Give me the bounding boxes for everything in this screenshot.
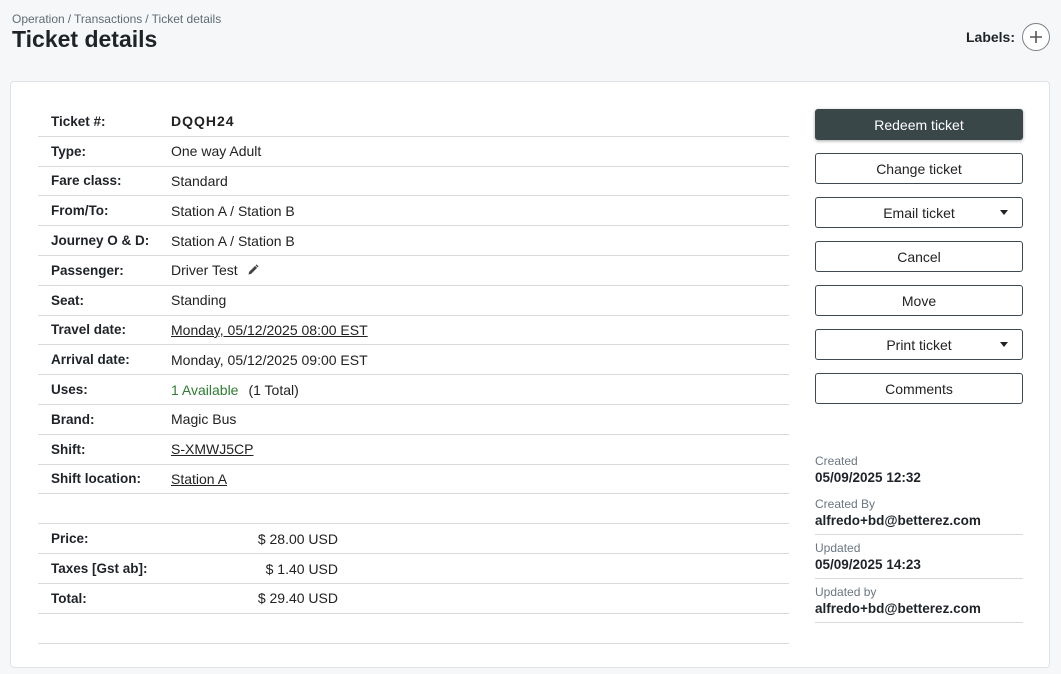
shift-link[interactable]: S-XMWJ5CP — [171, 441, 253, 457]
divider — [38, 614, 789, 644]
created-by-value: alfredo+bd@betterez.com — [815, 513, 981, 528]
ticket-details-table: Ticket #: DQQH24 Type: One way Adult Far… — [38, 107, 789, 644]
price-value: $ 28.00 USD — [257, 530, 338, 547]
detail-label: Shift: — [51, 441, 86, 457]
updated-info: Updated 05/09/2025 14:23 — [815, 541, 1023, 579]
created-by-label: Created By — [815, 497, 876, 511]
ticket-actions: Redeem ticket Change ticket Email ticket… — [815, 109, 1023, 417]
comments-button[interactable]: Comments — [815, 373, 1023, 404]
detail-label: Fare class: — [51, 173, 122, 189]
breadcrumb: Operation / Transactions / Ticket details — [12, 12, 221, 26]
passenger-value-wrap: Driver Test — [171, 262, 259, 278]
created-by-info: Created By alfredo+bd@betterez.com — [815, 497, 1023, 535]
plus-icon — [1030, 31, 1042, 43]
created-label: Created — [815, 454, 858, 468]
cancel-button[interactable]: Cancel — [815, 241, 1023, 272]
audit-info: Created 05/09/2025 12:32 Created By alfr… — [815, 454, 1023, 629]
page-title: Ticket details — [12, 26, 158, 52]
total-value: $ 29.40 USD — [257, 590, 338, 607]
detail-label: Total: — [51, 590, 87, 606]
total-row: Total: $ 29.40 USD — [38, 584, 789, 614]
breadcrumb-separator: / — [145, 12, 149, 26]
created-info: Created 05/09/2025 12:32 — [815, 454, 1023, 491]
detail-row-fare-class: Fare class: Standard — [38, 167, 789, 197]
detail-label: Brand: — [51, 411, 95, 427]
detail-label: Passenger: — [51, 262, 124, 278]
detail-label: Type: — [51, 143, 87, 159]
updated-by-value: alfredo+bd@betterez.com — [815, 601, 981, 616]
passenger-value: Driver Test — [171, 262, 238, 279]
email-ticket-button[interactable]: Email ticket — [815, 197, 1023, 228]
change-ticket-button[interactable]: Change ticket — [815, 153, 1023, 184]
taxes-row: Taxes [Gst ab]: $ 1.40 USD — [38, 554, 789, 584]
detail-label: Taxes [Gst ab]: — [51, 561, 148, 577]
detail-label: Price: — [51, 531, 89, 547]
divider — [38, 494, 789, 525]
type-value: One way Adult — [171, 143, 262, 160]
caret-down-icon — [1000, 210, 1008, 215]
detail-row-from-to: From/To: Station A / Station B — [38, 196, 789, 227]
detail-row-uses: Uses: 1 Available (1 Total) — [38, 375, 789, 405]
shift-location-link[interactable]: Station A — [171, 471, 227, 487]
detail-label: Travel date: — [51, 322, 127, 338]
detail-label: Journey O & D: — [51, 233, 150, 249]
detail-row-seat: Seat: Standing — [38, 286, 789, 316]
redeem-ticket-button[interactable]: Redeem ticket — [815, 109, 1023, 140]
caret-down-icon — [1000, 342, 1008, 347]
price-row: Price: $ 28.00 USD — [38, 524, 789, 555]
ticket-card: Ticket #: DQQH24 Type: One way Adult Far… — [10, 81, 1050, 668]
from-to-value: Station A / Station B — [171, 202, 295, 219]
arrival-date-value: Monday, 05/12/2025 09:00 EST — [171, 351, 368, 368]
detail-label: Uses: — [51, 382, 88, 398]
detail-row-shift: Shift: S-XMWJ5CP — [38, 435, 789, 465]
detail-row-journey: Journey O & D: Station A / Station B — [38, 226, 789, 256]
updated-value: 05/09/2025 14:23 — [815, 557, 921, 572]
detail-row-shift-location: Shift location: Station A — [38, 465, 789, 495]
detail-row-passenger: Passenger: Driver Test — [38, 256, 789, 286]
detail-label: Ticket #: — [51, 113, 106, 129]
travel-date-link[interactable]: Monday, 05/12/2025 08:00 EST — [171, 322, 368, 338]
detail-row-arrival-date: Arrival date: Monday, 05/12/2025 09:00 E… — [38, 345, 789, 376]
updated-label: Updated — [815, 541, 861, 555]
updated-by-info: Updated by alfredo+bd@betterez.com — [815, 585, 1023, 623]
uses-available: 1 Available — [171, 381, 239, 398]
detail-row-brand: Brand: Magic Bus — [38, 405, 789, 435]
print-ticket-label: Print ticket — [886, 336, 952, 353]
move-button[interactable]: Move — [815, 285, 1023, 316]
detail-row-type: Type: One way Adult — [38, 137, 789, 167]
detail-row-ticket-number: Ticket #: DQQH24 — [38, 107, 789, 137]
pencil-icon[interactable] — [247, 264, 259, 276]
detail-row-travel-date: Travel date: Monday, 05/12/2025 08:00 ES… — [38, 316, 789, 346]
detail-label: From/To: — [51, 203, 109, 219]
created-value: 05/09/2025 12:32 — [815, 470, 921, 485]
journey-value: Station A / Station B — [171, 232, 295, 249]
email-ticket-label: Email ticket — [883, 204, 955, 221]
seat-value: Standing — [171, 292, 227, 309]
labels-label: Labels: — [965, 29, 1015, 45]
labels-area: Labels: — [966, 23, 1050, 51]
detail-label: Seat: — [51, 292, 85, 308]
breadcrumb-transactions[interactable]: Transactions — [74, 12, 142, 26]
print-ticket-button[interactable]: Print ticket — [815, 329, 1023, 360]
breadcrumb-separator: / — [67, 12, 72, 26]
add-label-button[interactable] — [1022, 23, 1050, 51]
fare-class-value: Standard — [171, 172, 228, 189]
uses-value: 1 Available (1 Total) — [171, 382, 299, 398]
breadcrumb-current: Ticket details — [151, 12, 222, 26]
uses-total: (1 Total) — [248, 381, 299, 398]
updated-by-label: Updated by — [815, 585, 877, 599]
taxes-value: $ 1.40 USD — [265, 560, 338, 577]
detail-label: Shift location: — [51, 471, 141, 487]
breadcrumb-operation[interactable]: Operation — [12, 12, 65, 26]
detail-label: Arrival date: — [51, 352, 130, 368]
ticket-number-value: DQQH24 — [171, 113, 235, 130]
brand-value: Magic Bus — [171, 411, 237, 428]
